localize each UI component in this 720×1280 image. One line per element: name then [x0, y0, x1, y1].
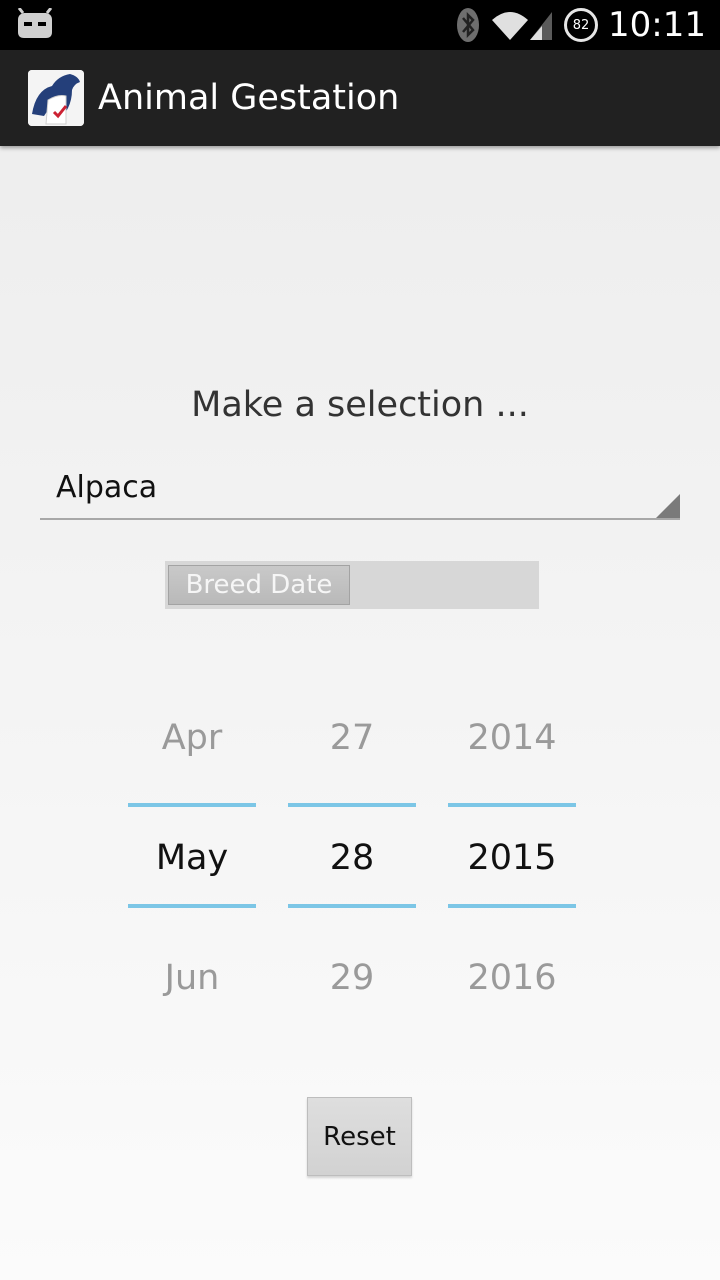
day-next[interactable]: 29 [288, 930, 416, 1026]
month-picker[interactable]: Apr May Jun [128, 690, 256, 1030]
day-prev[interactable]: 27 [288, 690, 416, 786]
picker-divider [128, 904, 256, 908]
dropdown-triangle-icon [656, 494, 680, 518]
year-picker[interactable]: 2014 2015 2016 [448, 690, 576, 1030]
horse-app-icon [28, 70, 84, 126]
day-picker[interactable]: 27 28 29 [288, 690, 416, 1030]
battery-icon: 82 [564, 8, 599, 42]
wifi-icon [492, 12, 553, 40]
year-next[interactable]: 2016 [448, 930, 576, 1026]
battery-level: 82 [572, 17, 590, 33]
android-bot-icon [17, 8, 53, 38]
breed-date-toggle-thumb: Breed Date [168, 565, 350, 605]
app-title: Animal Gestation [98, 78, 400, 118]
picker-divider [448, 803, 576, 807]
breed-date-toggle[interactable]: Breed Date [165, 561, 539, 609]
picker-divider [288, 803, 416, 807]
bluetooth-icon [457, 8, 480, 42]
year-prev[interactable]: 2014 [448, 690, 576, 786]
month-prev[interactable]: Apr [128, 690, 256, 786]
picker-divider [128, 803, 256, 807]
animal-select-value: Alpaca [56, 470, 158, 505]
picker-divider [448, 904, 576, 908]
month-current[interactable]: May [128, 810, 256, 906]
day-current[interactable]: 28 [288, 810, 416, 906]
reset-button[interactable]: Reset [307, 1097, 412, 1176]
action-bar: Animal Gestation [0, 50, 720, 146]
animal-select[interactable]: Alpaca [40, 460, 680, 520]
year-current[interactable]: 2015 [448, 810, 576, 906]
status-bar: 82 10:11 [0, 0, 720, 50]
month-next[interactable]: Jun [128, 930, 256, 1026]
status-icons: 82 10:11 [456, 0, 706, 50]
selection-prompt: Make a selection ... [191, 385, 529, 425]
status-time: 10:11 [608, 5, 706, 45]
picker-divider [288, 904, 416, 908]
